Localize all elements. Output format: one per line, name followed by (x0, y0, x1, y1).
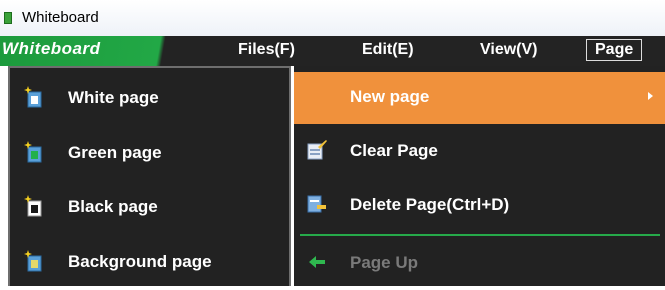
clear-page-icon (307, 140, 327, 160)
menu-view[interactable]: View(V) (480, 41, 538, 59)
submenu-label: Background page (68, 252, 212, 271)
menu-item-page-up[interactable]: Page Up (294, 238, 665, 290)
new-background-page-icon (24, 250, 42, 272)
window-title: Whiteboard (22, 9, 99, 26)
title-bar: Whiteboard (0, 0, 665, 37)
menu-separator (300, 234, 660, 236)
submenu-item-black-page[interactable]: Black page (10, 183, 289, 233)
menu-edit[interactable]: Edit(E) (362, 41, 414, 59)
menu-item-label: New page (350, 87, 430, 106)
menu-item-clear-page[interactable]: Clear Page (294, 126, 665, 178)
page-menu: New page Clear Page Delete Page(Ctrl+D) … (294, 66, 665, 286)
brand-banner: Whiteboard (0, 36, 225, 66)
submenu-item-white-page[interactable]: White page (10, 74, 289, 124)
new-black-page-icon (24, 195, 42, 217)
submenu-label: Black page (68, 197, 158, 216)
new-page-submenu: White page Green page Black page Backgro… (8, 66, 291, 286)
delete-page-icon (307, 195, 326, 213)
submenu-arrow-icon (648, 92, 653, 100)
new-green-page-icon (24, 141, 42, 163)
menu-files[interactable]: Files(F) (238, 41, 295, 59)
submenu-item-green-page[interactable]: Green page (10, 129, 289, 179)
submenu-label: Green page (68, 143, 162, 162)
menu-bar: Whiteboard Files(F) Edit(E) View(V) Page (0, 36, 665, 66)
menu-page[interactable]: Page (586, 39, 643, 61)
page-up-arrow-icon (309, 256, 325, 268)
menu-item-new-page[interactable]: New page (294, 72, 665, 124)
new-white-page-icon (24, 86, 42, 108)
brand-label: Whiteboard (2, 39, 101, 58)
submenu-label: White page (68, 88, 159, 107)
menu-item-label: Page Up (350, 253, 419, 272)
menu-item-label: Delete Page(Ctrl+D) (350, 195, 510, 214)
submenu-item-background-page[interactable]: Background page (10, 238, 289, 288)
menu-item-delete-page[interactable]: Delete Page(Ctrl+D) (294, 180, 665, 232)
menu-item-label: Clear Page (350, 141, 438, 160)
app-icon (4, 12, 12, 24)
